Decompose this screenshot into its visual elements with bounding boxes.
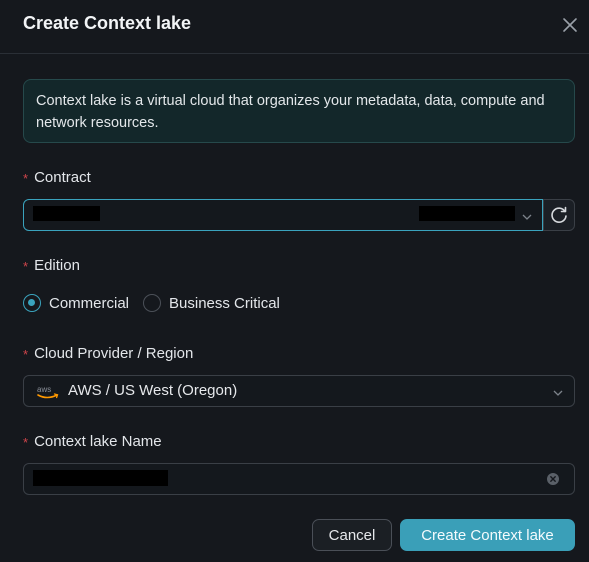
radio-unchecked-icon bbox=[143, 294, 162, 312]
chevron-down-icon bbox=[552, 386, 564, 398]
required-marker: * bbox=[23, 171, 29, 186]
info-banner-text: Context lake is a virtual cloud that org… bbox=[36, 93, 545, 131]
cloud-region-value: AWS / US West (Oregon) bbox=[68, 382, 238, 399]
edition-radio-group: Commercial Business Critical bbox=[23, 292, 294, 314]
redacted-lake-name bbox=[33, 470, 168, 486]
lake-name-input[interactable] bbox=[23, 463, 575, 495]
redacted-contract-id bbox=[419, 206, 515, 221]
edition-radio-commercial[interactable]: Commercial bbox=[23, 294, 129, 312]
cloud-region-label: * Cloud Provider / Region bbox=[23, 345, 194, 362]
refresh-icon bbox=[551, 206, 567, 223]
create-context-lake-button[interactable]: Create Context lake bbox=[400, 519, 575, 551]
dialog-header: Create Context lake bbox=[0, 0, 589, 54]
required-marker: * bbox=[23, 435, 29, 450]
aws-logo-icon: aws bbox=[36, 383, 60, 401]
svg-text:aws: aws bbox=[37, 385, 51, 394]
required-marker: * bbox=[23, 259, 29, 274]
edition-label: * Edition bbox=[23, 257, 80, 274]
contract-select[interactable] bbox=[23, 199, 543, 231]
edition-radio-business-critical[interactable]: Business Critical bbox=[143, 294, 280, 312]
radio-checked-icon bbox=[23, 294, 41, 312]
close-icon[interactable] bbox=[560, 15, 580, 35]
lake-name-label: * Context lake Name bbox=[23, 433, 162, 450]
cancel-button[interactable]: Cancel bbox=[312, 519, 392, 551]
info-banner: Context lake is a virtual cloud that org… bbox=[23, 79, 575, 143]
redacted-contract-name bbox=[33, 206, 100, 221]
clear-input-icon[interactable] bbox=[546, 472, 560, 486]
refresh-contracts-button[interactable] bbox=[543, 199, 575, 231]
dialog-title: Create Context lake bbox=[23, 13, 192, 33]
chevron-down-icon bbox=[521, 210, 533, 222]
required-marker: * bbox=[23, 347, 29, 362]
cloud-region-select[interactable]: aws AWS / US West (Oregon) bbox=[23, 375, 575, 407]
contract-label: * Contract bbox=[23, 169, 91, 186]
